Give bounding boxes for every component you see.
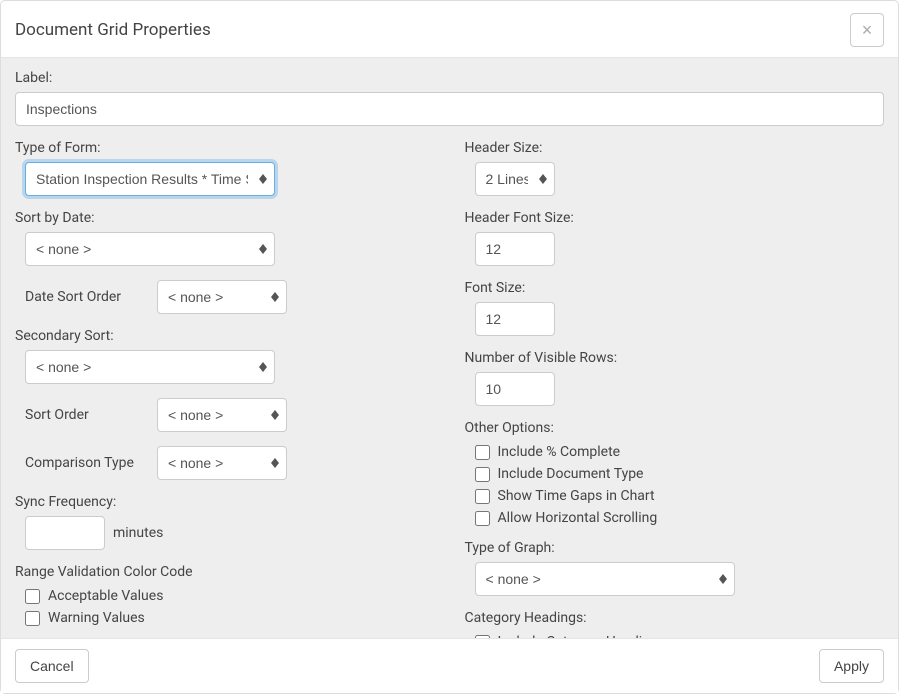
date-sort-order-select-wrap: < none > <box>157 280 287 314</box>
sort-order-label: Sort Order <box>25 407 145 423</box>
range-validation-group: Range Validation Color Code Acceptable V… <box>15 564 435 626</box>
cancel-button[interactable]: Cancel <box>15 649 89 683</box>
secondary-sort-label: Secondary Sort: <box>15 328 435 344</box>
left-column: Type of Form: Station Inspection Results… <box>15 140 435 638</box>
type-of-graph-select-wrap: < none > <box>475 562 735 596</box>
acceptable-values-label: Acceptable Values <box>48 588 163 604</box>
header-size-select-wrap: 2 Lines <box>475 162 555 196</box>
type-of-graph-group: Type of Graph: < none > <box>465 540 885 596</box>
visible-rows-label: Number of Visible Rows: <box>465 350 885 366</box>
header-font-size-group: Header Font Size: <box>465 210 885 266</box>
apply-button[interactable]: Apply <box>819 649 884 683</box>
acceptable-values-checkbox[interactable] <box>25 589 40 604</box>
other-options-title: Other Options: <box>465 420 885 436</box>
type-of-graph-select[interactable]: < none > <box>475 562 735 596</box>
doc-type-row: Include Document Type <box>475 466 885 482</box>
hscroll-row: Allow Horizontal Scrolling <box>475 510 885 526</box>
sync-frequency-group: Sync Frequency: minutes <box>15 494 435 550</box>
visible-rows-input[interactable] <box>475 372 555 406</box>
label-field-label: Label: <box>15 70 884 86</box>
hscroll-checkbox[interactable] <box>475 511 490 526</box>
category-headings-title: Category Headings: <box>465 610 885 626</box>
right-column: Header Size: 2 Lines <box>465 140 885 638</box>
sort-by-date-select[interactable]: < none > <box>25 232 275 266</box>
type-of-form-select-wrap: Station Inspection Results * Time Series <box>25 162 275 196</box>
dialog-title: Document Grid Properties <box>15 20 211 40</box>
comparison-type-select[interactable]: < none > <box>157 446 287 480</box>
hscroll-label: Allow Horizontal Scrolling <box>498 510 658 526</box>
pct-complete-checkbox[interactable] <box>475 445 490 460</box>
doc-type-checkbox[interactable] <box>475 467 490 482</box>
label-group: Label: <box>15 70 884 126</box>
secondary-sort-group: Secondary Sort: < none > <box>15 328 435 384</box>
date-sort-order-label: Date Sort Order <box>25 289 145 305</box>
type-of-graph-label: Type of Graph: <box>465 540 885 556</box>
comparison-type-group: Comparison Type < none > <box>15 446 435 480</box>
type-of-form-select[interactable]: Station Inspection Results * Time Series <box>25 162 275 196</box>
time-gaps-label: Show Time Gaps in Chart <box>498 488 655 504</box>
header-size-label: Header Size: <box>465 140 885 156</box>
visible-rows-group: Number of Visible Rows: <box>465 350 885 406</box>
sort-order-select-wrap: < none > <box>157 398 287 432</box>
pct-complete-row: Include % Complete <box>475 444 885 460</box>
header-font-size-label: Header Font Size: <box>465 210 885 226</box>
font-size-label: Font Size: <box>465 280 885 296</box>
sort-by-date-select-wrap: < none > <box>25 232 275 266</box>
sort-by-date-group: Sort by Date: < none > <box>15 210 435 266</box>
dialog-header: Document Grid Properties × <box>1 1 898 58</box>
time-gaps-row: Show Time Gaps in Chart <box>475 488 885 504</box>
font-size-group: Font Size: <box>465 280 885 336</box>
label-input[interactable] <box>15 92 884 126</box>
comparison-type-label: Comparison Type <box>25 455 145 471</box>
type-of-form-label: Type of Form: <box>15 140 435 156</box>
doc-type-label: Include Document Type <box>498 466 644 482</box>
comparison-type-select-wrap: < none > <box>157 446 287 480</box>
time-gaps-checkbox[interactable] <box>475 489 490 504</box>
warning-values-label: Warning Values <box>48 610 145 626</box>
warning-values-row: Warning Values <box>25 610 435 626</box>
type-of-form-group: Type of Form: Station Inspection Results… <box>15 140 435 196</box>
acceptable-values-row: Acceptable Values <box>25 588 435 604</box>
category-headings-group: Category Headings: Include Category Head… <box>465 610 885 638</box>
range-validation-title: Range Validation Color Code <box>15 564 435 580</box>
date-sort-order-select[interactable]: < none > <box>157 280 287 314</box>
pct-complete-label: Include % Complete <box>498 444 621 460</box>
document-grid-properties-dialog: Document Grid Properties × Label: Type o… <box>0 0 899 694</box>
font-size-input[interactable] <box>475 302 555 336</box>
sync-frequency-input[interactable] <box>25 516 105 550</box>
dialog-footer: Cancel Apply <box>1 638 898 693</box>
dialog-body: Label: Type of Form: Station Inspection … <box>1 58 898 638</box>
secondary-sort-select[interactable]: < none > <box>25 350 275 384</box>
secondary-sort-select-wrap: < none > <box>25 350 275 384</box>
close-icon: × <box>862 21 873 39</box>
other-options-group: Other Options: Include % Complete Includ… <box>465 420 885 526</box>
header-size-group: Header Size: 2 Lines <box>465 140 885 196</box>
sync-frequency-label: Sync Frequency: <box>15 494 435 510</box>
sort-by-date-label: Sort by Date: <box>15 210 435 226</box>
sort-order-group: Sort Order < none > <box>15 398 435 432</box>
sync-frequency-unit: minutes <box>113 525 163 541</box>
close-button[interactable]: × <box>850 13 884 47</box>
date-sort-order-group: Date Sort Order < none > <box>15 280 435 314</box>
header-size-select[interactable]: 2 Lines <box>475 162 555 196</box>
sort-order-select[interactable]: < none > <box>157 398 287 432</box>
header-font-size-input[interactable] <box>475 232 555 266</box>
warning-values-checkbox[interactable] <box>25 611 40 626</box>
